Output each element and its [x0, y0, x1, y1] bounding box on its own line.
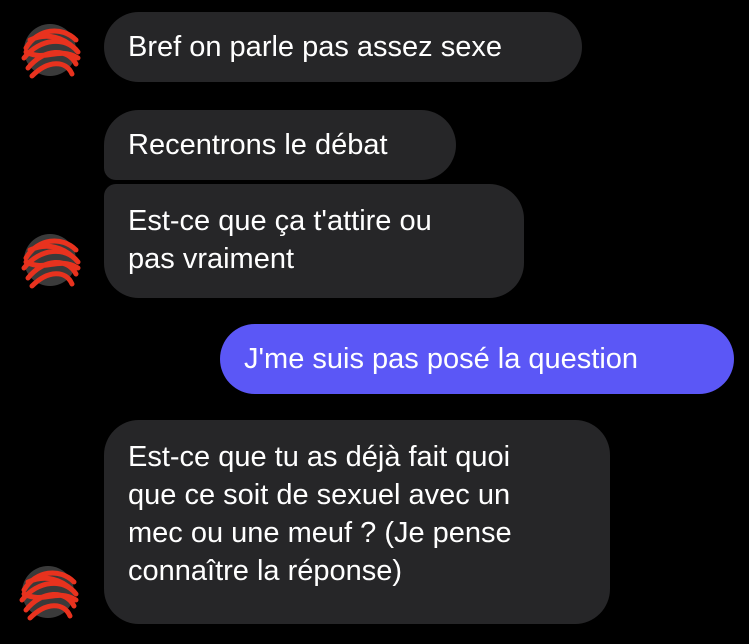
incoming-message-bubble[interactable]: Recentrons le débat [104, 110, 456, 180]
incoming-message-bubble[interactable]: Est-ce que tu as déjà fait quoi que ce s… [104, 420, 610, 624]
incoming-message-bubble[interactable]: Bref on parle pas assez sexe [104, 12, 582, 82]
incoming-message-bubble[interactable]: Est-ce que ça t'attire ou pas vraiment [104, 184, 524, 298]
chat-thread: Bref on parle pas assez sexe Recentrons … [0, 0, 749, 644]
contact-avatar-redacted-icon[interactable] [18, 18, 82, 82]
outgoing-message-bubble[interactable]: J'me suis pas posé la question [220, 324, 734, 394]
contact-avatar-redacted-icon[interactable] [18, 228, 82, 292]
contact-avatar-redacted-icon[interactable] [16, 560, 80, 624]
